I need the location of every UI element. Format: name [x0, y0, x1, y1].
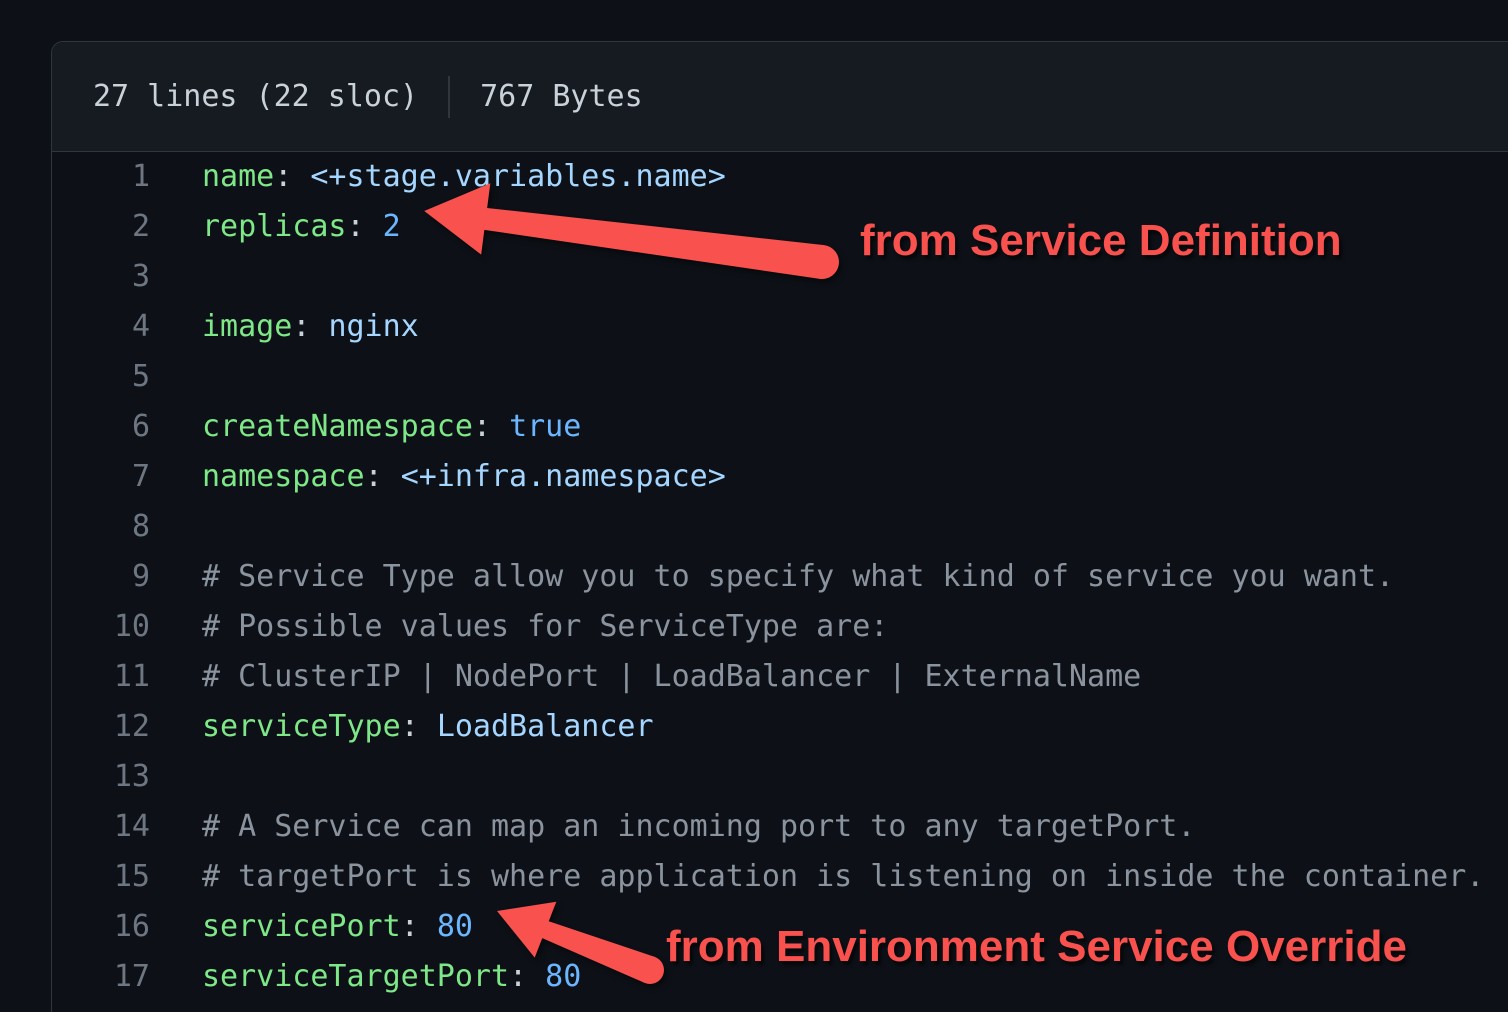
code-line: 2replicas: 2: [52, 202, 1508, 252]
code-line-text: servicePort: 80: [150, 902, 473, 952]
code-token-comment: # Possible values for ServiceType are:: [202, 609, 888, 644]
line-number[interactable]: 12: [52, 702, 150, 752]
code-token-key: createNamespace: [202, 409, 473, 444]
line-number[interactable]: 4: [52, 302, 150, 352]
line-number[interactable]: 15: [52, 852, 150, 902]
code-line: 10 # Possible values for ServiceType are:: [52, 602, 1508, 652]
code-token-string: <+stage.variables.name>: [310, 159, 725, 194]
code-line-text: # A Service can map an incoming port to …: [150, 802, 1195, 852]
line-number[interactable]: 1: [52, 152, 150, 202]
line-number[interactable]: 6: [52, 402, 150, 452]
code-line-text: namespace: <+infra.namespace>: [150, 452, 726, 502]
code-line-text: replicas: 2: [150, 202, 401, 252]
code-token-punct: :: [509, 959, 545, 994]
code-line: 7namespace: <+infra.namespace>: [52, 452, 1508, 502]
code-line: 15 # targetPort is where application is l…: [52, 852, 1508, 902]
code-token-punct: :: [347, 209, 383, 244]
code-token-key: serviceType: [202, 709, 401, 744]
code-line: 8: [52, 502, 1508, 552]
code-line: 11 # ClusterIP | NodePort | LoadBalancer …: [52, 652, 1508, 702]
line-number[interactable]: 7: [52, 452, 150, 502]
page-background: 27 lines (22 sloc) 767 Bytes 1name: <+st…: [0, 0, 1508, 1012]
code-token-const: true: [509, 409, 581, 444]
code-token-key: name: [202, 159, 274, 194]
line-number[interactable]: 17: [52, 952, 150, 1002]
code-line-text: # Possible values for ServiceType are:: [150, 602, 888, 652]
code-line: 17serviceTargetPort: 80: [52, 952, 1508, 1002]
code-token-comment: # targetPort is where application is lis…: [202, 859, 1484, 894]
code-token-key: servicePort: [202, 909, 401, 944]
code-token-const: 2: [383, 209, 401, 244]
code-token-string: nginx: [328, 309, 418, 344]
code-line: 5: [52, 352, 1508, 402]
line-number[interactable]: 5: [52, 352, 150, 402]
code-token-key: replicas: [202, 209, 347, 244]
code-line-text: # ClusterIP | NodePort | LoadBalancer | …: [150, 652, 1141, 702]
code-token-comment: # Service Type allow you to specify what…: [202, 559, 1394, 594]
code-line: 16servicePort: 80: [52, 902, 1508, 952]
file-header: 27 lines (22 sloc) 767 Bytes: [52, 42, 1508, 152]
code-line-text: # Service Type allow you to specify what…: [150, 552, 1394, 602]
file-size: 767 Bytes: [480, 79, 643, 114]
code-line: 13: [52, 752, 1508, 802]
line-number[interactable]: 13: [52, 752, 150, 802]
code-token-const: 80: [437, 909, 473, 944]
code-line-text: serviceType: LoadBalancer: [150, 702, 654, 752]
code-line-text: name: <+stage.variables.name>: [150, 152, 726, 202]
header-divider: [448, 76, 450, 118]
code-token-key: namespace: [202, 459, 365, 494]
line-number[interactable]: 11: [52, 652, 150, 702]
line-number[interactable]: 8: [52, 502, 150, 552]
code-token-string: <+infra.namespace>: [401, 459, 726, 494]
code-token-string: LoadBalancer: [437, 709, 654, 744]
code-line: 4image: nginx: [52, 302, 1508, 352]
file-viewer: 27 lines (22 sloc) 767 Bytes 1name: <+st…: [51, 41, 1508, 1012]
code-line: 6createNamespace: true: [52, 402, 1508, 452]
code-token-comment: # A Service can map an incoming port to …: [202, 809, 1195, 844]
code-token-punct: :: [274, 159, 310, 194]
code-area: 1name: <+stage.variables.name>2replicas:…: [52, 152, 1508, 1002]
line-number[interactable]: 16: [52, 902, 150, 952]
code-line-text: image: nginx: [150, 302, 419, 352]
line-number[interactable]: 3: [52, 252, 150, 302]
code-token-punct: :: [401, 909, 437, 944]
code-token-const: 80: [545, 959, 581, 994]
code-line: 12serviceType: LoadBalancer: [52, 702, 1508, 752]
line-number[interactable]: 2: [52, 202, 150, 252]
code-line: 3: [52, 252, 1508, 302]
code-token-key: image: [202, 309, 292, 344]
code-token-punct: :: [401, 709, 437, 744]
code-line-text: serviceTargetPort: 80: [150, 952, 581, 1002]
code-token-punct: :: [473, 409, 509, 444]
code-token-punct: :: [292, 309, 328, 344]
line-number[interactable]: 9: [52, 552, 150, 602]
line-number[interactable]: 14: [52, 802, 150, 852]
file-lines-info: 27 lines (22 sloc): [93, 79, 418, 114]
code-token-comment: # ClusterIP | NodePort | LoadBalancer | …: [202, 659, 1141, 694]
line-number[interactable]: 10: [52, 602, 150, 652]
code-line: 14 # A Service can map an incoming port t…: [52, 802, 1508, 852]
code-line-text: createNamespace: true: [150, 402, 581, 452]
code-line-text: # targetPort is where application is lis…: [150, 852, 1484, 902]
code-token-key: serviceTargetPort: [202, 959, 509, 994]
code-line: 1name: <+stage.variables.name>: [52, 152, 1508, 202]
code-line: 9 # Service Type allow you to specify wha…: [52, 552, 1508, 602]
code-token-punct: :: [365, 459, 401, 494]
